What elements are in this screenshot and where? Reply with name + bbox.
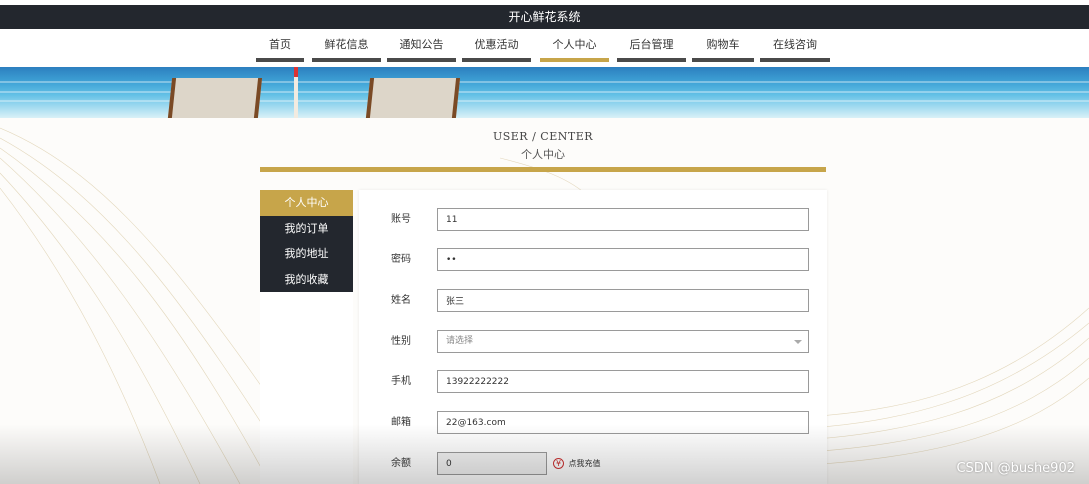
beach-chair-left bbox=[167, 78, 263, 118]
page-title-zh: 个人中心 bbox=[521, 148, 565, 161]
form-row-password: 密码 bbox=[359, 248, 827, 272]
top-title-bar: 开心鲜花系统 bbox=[0, 5, 1089, 29]
nav-item-admin[interactable]: 后台管理 bbox=[617, 29, 686, 62]
main-nav: 首页 鲜花信息 通知公告 优惠活动 个人中心 后台管理 购物车 在线咨询 bbox=[0, 29, 1089, 67]
watermark: CSDN @bushe902 bbox=[956, 461, 1075, 476]
umbrella-pole bbox=[294, 67, 298, 118]
phone-label: 手机 bbox=[391, 376, 411, 387]
nav-item-notices[interactable]: 通知公告 bbox=[387, 29, 456, 62]
form-row-email: 邮箱 bbox=[359, 411, 827, 435]
phone-input[interactable] bbox=[437, 370, 809, 393]
sidebar-item-addresses[interactable]: 我的地址 bbox=[260, 241, 353, 267]
form-row-name: 姓名 bbox=[359, 289, 827, 313]
password-label: 密码 bbox=[391, 254, 411, 265]
balance-label: 余额 bbox=[391, 458, 411, 469]
form-row-account: 账号 bbox=[359, 208, 827, 232]
app-title: 开心鲜花系统 bbox=[508, 10, 581, 24]
name-label: 姓名 bbox=[391, 295, 411, 306]
form-row-balance: 余额 ¥ 点我充值 bbox=[359, 452, 827, 476]
recharge-icon: ¥ bbox=[553, 458, 564, 469]
sidebar-item-personal-center[interactable]: 个人中心 bbox=[260, 190, 353, 216]
page-title-en: USER / CENTER bbox=[492, 130, 594, 143]
profile-form-panel: 账号 密码 姓名 性别 请选择 手机 邮箱 余额 ¥ 点我充值 bbox=[359, 190, 827, 484]
balance-input bbox=[437, 452, 547, 475]
nav-item-flower-info[interactable]: 鲜花信息 bbox=[312, 29, 381, 62]
account-input[interactable] bbox=[437, 208, 809, 231]
sidebar-item-orders[interactable]: 我的订单 bbox=[260, 215, 353, 241]
gender-label: 性别 bbox=[391, 336, 411, 347]
name-input[interactable] bbox=[437, 289, 809, 312]
sidebar-item-favorites[interactable]: 我的收藏 bbox=[260, 266, 353, 292]
sidebar-menu: 个人中心 我的订单 我的地址 我的收藏 bbox=[260, 190, 353, 292]
recharge-link[interactable]: ¥ 点我充值 bbox=[553, 457, 601, 471]
title-divider bbox=[260, 167, 826, 172]
form-row-gender: 性别 请选择 bbox=[359, 330, 827, 354]
sidebar-background bbox=[260, 292, 353, 484]
nav-item-home[interactable]: 首页 bbox=[256, 29, 304, 62]
nav-item-cart[interactable]: 购物车 bbox=[692, 29, 754, 62]
gender-select[interactable]: 请选择 bbox=[437, 330, 809, 353]
chevron-down-icon bbox=[794, 340, 802, 344]
gender-select-placeholder: 请选择 bbox=[446, 336, 474, 346]
nav-item-personal-center[interactable]: 个人中心 bbox=[540, 29, 609, 62]
beach-chair-right bbox=[365, 78, 461, 118]
nav-item-promotions[interactable]: 优惠活动 bbox=[462, 29, 531, 62]
form-row-phone: 手机 bbox=[359, 370, 827, 394]
account-label: 账号 bbox=[391, 214, 411, 225]
nav-item-online-consult[interactable]: 在线咨询 bbox=[760, 29, 830, 62]
password-input[interactable] bbox=[437, 248, 809, 271]
beach-banner bbox=[0, 67, 1089, 118]
page-header: USER / CENTER 个人中心 bbox=[260, 130, 826, 162]
email-input[interactable] bbox=[437, 411, 809, 434]
email-label: 邮箱 bbox=[391, 417, 411, 428]
recharge-label: 点我充值 bbox=[568, 459, 601, 468]
